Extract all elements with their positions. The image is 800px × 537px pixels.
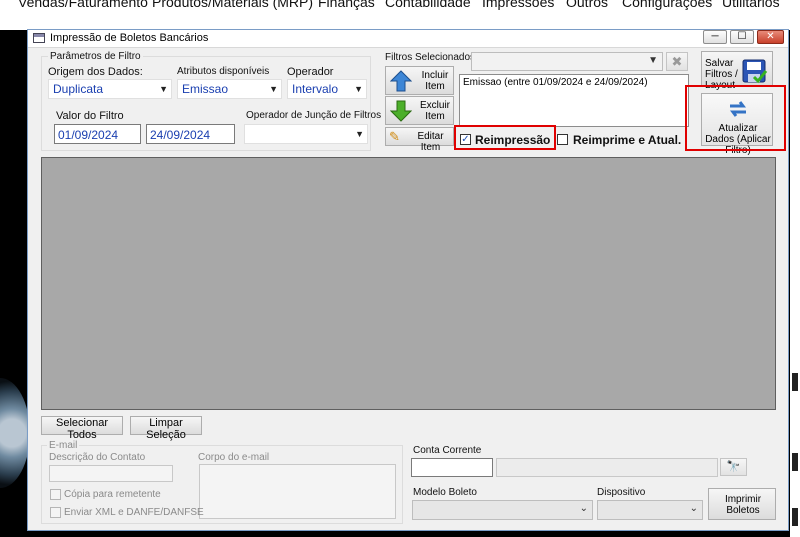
arrow-down-icon bbox=[390, 100, 412, 122]
juncao-label: Operador de Junção de Filtros bbox=[246, 110, 382, 121]
atributos-label: Atributos disponíveis bbox=[177, 66, 270, 77]
editar-item-label: Editar Item bbox=[417, 131, 444, 153]
reimprime-checkbox[interactable] bbox=[557, 134, 568, 145]
selected-filters-combo[interactable]: ▼ bbox=[471, 52, 663, 71]
chevron-down-icon: ▼ bbox=[269, 84, 278, 94]
app-window-icon bbox=[33, 33, 45, 43]
window-title: Impressão de Boletos Bancários bbox=[50, 32, 209, 44]
pencil-icon: ✎ bbox=[389, 129, 400, 144]
background-mark bbox=[792, 453, 798, 471]
window-titlebar[interactable]: Impressão de Boletos Bancários ─ ☐ ✕ bbox=[28, 30, 788, 48]
dispositivo-combo[interactable]: ⌄ bbox=[597, 500, 703, 520]
menu-outros[interactable]: Outros bbox=[566, 0, 608, 10]
minimize-button[interactable]: ─ bbox=[703, 30, 727, 44]
origem-combo[interactable]: Duplicata ▼ bbox=[48, 79, 172, 99]
descricao-contato-label: Descrição do Contato bbox=[49, 452, 146, 463]
highlight-box-atualizar bbox=[685, 85, 786, 151]
descricao-contato-input[interactable] bbox=[49, 465, 173, 482]
enviar-xml-checkbox[interactable] bbox=[50, 507, 61, 518]
origem-label: Origem dos Dados: bbox=[48, 66, 143, 78]
conta-corrente-label: Conta Corrente bbox=[413, 445, 482, 456]
binoculars-search-icon[interactable]: 🔭 bbox=[720, 458, 747, 476]
copia-remetente-label: Cópia para remetente bbox=[64, 489, 161, 500]
arrow-up-icon bbox=[390, 70, 412, 92]
incluir-item-label: Incluir Item bbox=[421, 70, 449, 92]
conta-corrente-description bbox=[496, 458, 718, 477]
menu-financas[interactable]: Finanças bbox=[318, 0, 375, 10]
desktop-disc-icon bbox=[0, 378, 30, 488]
operador-combo[interactable]: Intervalo ▼ bbox=[287, 79, 367, 99]
chevron-down-icon: ▼ bbox=[159, 84, 168, 94]
chevron-down-icon: ▼ bbox=[354, 84, 363, 94]
copia-remetente-checkbox[interactable] bbox=[50, 489, 61, 500]
operador-label: Operador bbox=[287, 66, 334, 78]
chevron-down-icon: ⌄ bbox=[579, 503, 588, 514]
app-menubar: Vendas/Faturamento Produtos/Materiais (M… bbox=[0, 0, 800, 30]
excluir-item-label: Excluir Item bbox=[419, 100, 450, 122]
atributos-value: Emissao bbox=[182, 82, 229, 96]
filter-group-label: Parâmetros de Filtro bbox=[48, 51, 143, 62]
valor-to-input[interactable] bbox=[146, 124, 235, 144]
editar-item-button[interactable]: ✎ Editar Item bbox=[385, 127, 454, 153]
background-mark bbox=[792, 508, 798, 526]
modelo-boleto-combo[interactable]: ⌄ bbox=[412, 500, 593, 520]
origem-value: Duplicata bbox=[53, 82, 104, 96]
excluir-item-button[interactable]: Excluir Item bbox=[385, 96, 454, 125]
operador-value: Intervalo bbox=[292, 82, 339, 96]
conta-corrente-input[interactable] bbox=[411, 458, 493, 477]
corpo-email-label: Corpo do e-mail bbox=[198, 452, 270, 463]
juncao-combo[interactable]: ▼ bbox=[244, 124, 368, 144]
valor-label: Valor do Filtro bbox=[56, 110, 124, 122]
selected-filters-list[interactable]: Emissao (entre 01/09/2024 e 24/09/2024) bbox=[459, 74, 689, 127]
atributos-combo[interactable]: Emissao ▼ bbox=[177, 79, 282, 99]
selecionar-todos-button[interactable]: Selecionar Todos bbox=[41, 416, 123, 441]
corpo-email-textarea[interactable] bbox=[199, 464, 396, 519]
email-group-label: E-mail bbox=[47, 440, 80, 451]
dispositivo-label: Dispositivo bbox=[597, 487, 646, 498]
boletos-window: Impressão de Boletos Bancários ─ ☐ ✕ Par… bbox=[27, 29, 789, 531]
chevron-down-icon: ▼ bbox=[648, 55, 658, 66]
save-disk-icon bbox=[742, 59, 768, 84]
chevron-down-icon: ▼ bbox=[355, 129, 364, 139]
maximize-button[interactable]: ☐ bbox=[730, 30, 754, 44]
limpar-selecao-button[interactable]: Limpar Seleção bbox=[130, 416, 202, 441]
boletos-grid[interactable] bbox=[41, 157, 776, 410]
menu-utilitarios[interactable]: Utilitários bbox=[722, 0, 780, 10]
imprimir-boletos-button[interactable]: Imprimir Boletos bbox=[708, 488, 776, 520]
remove-filter-icon[interactable]: ✖ bbox=[666, 52, 688, 71]
menu-vendas[interactable]: Vendas/Faturamento bbox=[18, 0, 148, 10]
close-button[interactable]: ✕ bbox=[757, 30, 784, 44]
menu-produtos[interactable]: Produtos/Materiais (MRP) bbox=[152, 0, 313, 10]
selected-filters-label: Filtros Selecionados bbox=[385, 52, 476, 63]
menu-impressoes[interactable]: Impressões bbox=[482, 0, 554, 10]
reimprime-label: Reimprime e Atual. bbox=[573, 133, 682, 147]
enviar-xml-label: Enviar XML e DANFE/DANFSE bbox=[64, 507, 204, 518]
modelo-boleto-label: Modelo Boleto bbox=[413, 487, 477, 498]
menu-contabilidade[interactable]: Contabilidade bbox=[385, 0, 471, 10]
incluir-item-button[interactable]: Incluir Item bbox=[385, 66, 454, 95]
background-window-strip bbox=[790, 30, 800, 537]
menu-configuracoes[interactable]: Configurações bbox=[622, 0, 712, 10]
list-item[interactable]: Emissao (entre 01/09/2024 e 24/09/2024) bbox=[463, 77, 685, 88]
highlight-box-reimpressao bbox=[454, 125, 556, 150]
background-mark bbox=[792, 373, 798, 391]
valor-from-input[interactable] bbox=[54, 124, 141, 144]
salvar-filtros-button[interactable]: Salvar Filtros / Layout bbox=[701, 51, 773, 91]
imprimir-boletos-label: Imprimir Boletos bbox=[724, 494, 762, 516]
chevron-down-icon: ⌄ bbox=[689, 503, 698, 514]
